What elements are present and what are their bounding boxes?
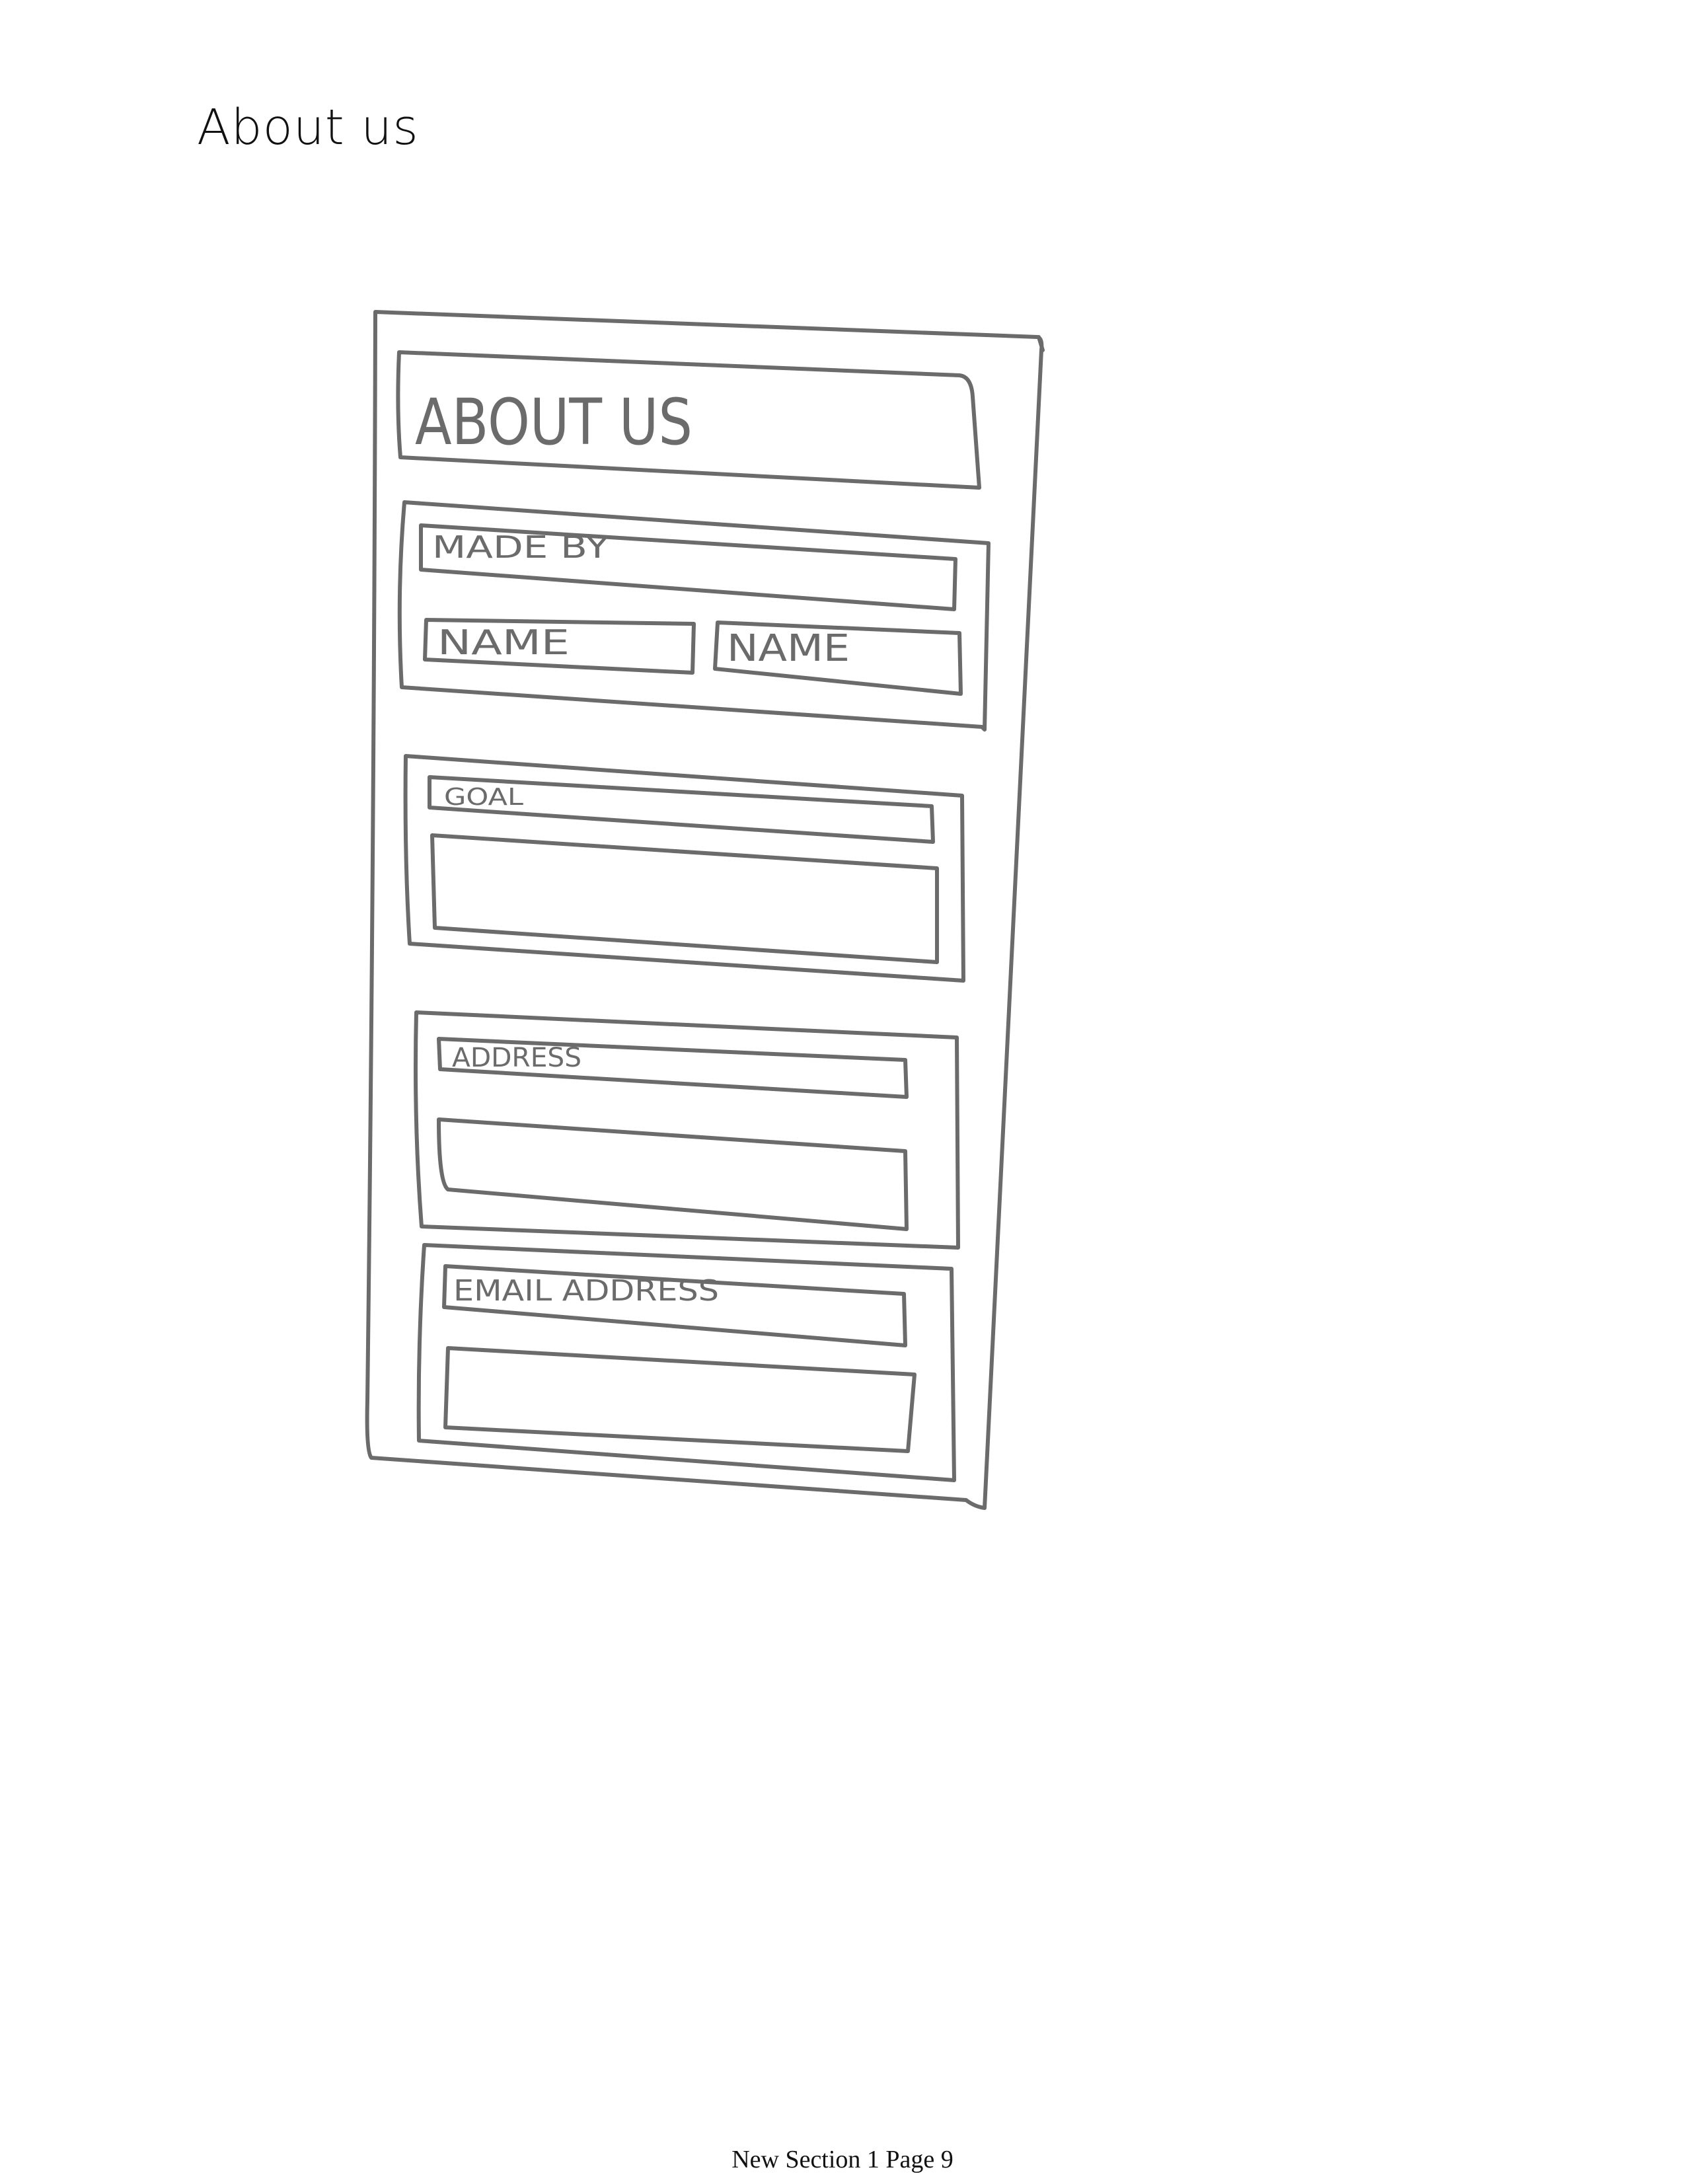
header-label: ABOUT US	[415, 385, 693, 459]
address-textarea	[437, 1117, 909, 1231]
made-by-label: MADE BY	[432, 529, 610, 565]
goal-textarea	[430, 833, 939, 964]
page-footer: New Section 1 Page 9	[731, 2146, 954, 2173]
email-label: EMAIL ADDRESS	[453, 1274, 719, 1308]
name-label-1: NAME	[437, 623, 570, 663]
address-label: ADDRESS	[452, 1043, 581, 1073]
goal-label: GOAL	[444, 784, 523, 811]
name-label-2: NAME	[727, 627, 850, 670]
wireframe-sketch: ABOUT US MADE BY NAME NAME GOAL ADDRESS …	[365, 310, 1045, 1510]
email-textarea	[443, 1346, 917, 1453]
